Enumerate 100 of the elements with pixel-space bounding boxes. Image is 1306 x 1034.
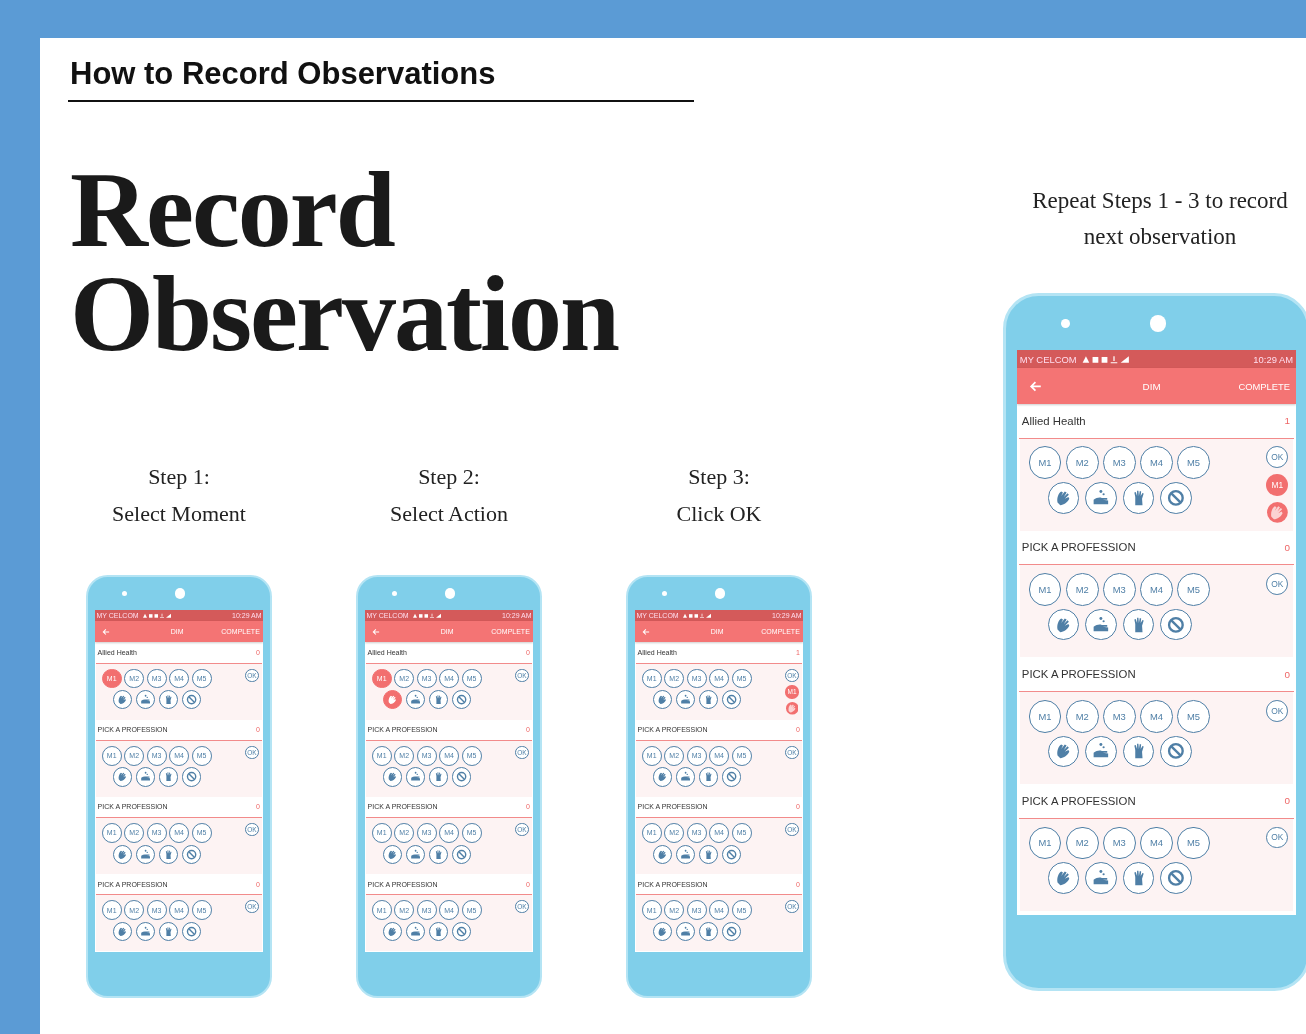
action-button[interactable] [1085, 482, 1117, 514]
action-button[interactable] [158, 921, 178, 941]
action-button[interactable] [181, 690, 201, 710]
moment-button[interactable]: M2 [1065, 826, 1099, 860]
action-button[interactable] [653, 921, 673, 941]
back-arrow-icon[interactable] [371, 627, 380, 636]
action-button[interactable] [1047, 862, 1080, 894]
action-button[interactable] [113, 844, 133, 864]
action-button[interactable] [405, 690, 426, 710]
action-button[interactable] [135, 844, 156, 864]
back-arrow-icon[interactable] [1028, 379, 1042, 393]
action-button[interactable] [428, 921, 448, 941]
action-button[interactable] [721, 690, 741, 710]
moment-button[interactable]: M4 [1140, 446, 1173, 480]
action-button[interactable] [653, 767, 673, 787]
action-button[interactable] [451, 844, 471, 864]
action-button[interactable] [405, 767, 426, 787]
action-button[interactable] [1160, 735, 1193, 768]
action-button[interactable] [675, 767, 696, 787]
prohibited-icon [724, 924, 738, 938]
moment-button[interactable]: M4 [1140, 573, 1173, 606]
back-arrow-icon[interactable] [101, 627, 110, 636]
action-button[interactable] [113, 690, 133, 710]
action-button[interactable] [428, 767, 448, 787]
action-button[interactable] [1122, 862, 1155, 894]
action-button[interactable] [181, 844, 201, 864]
action-button[interactable] [1085, 862, 1117, 894]
action-button[interactable] [405, 921, 426, 941]
action-button[interactable] [721, 844, 741, 864]
moment-button[interactable]: M1 [1028, 699, 1062, 733]
action-button[interactable] [113, 767, 133, 787]
action-button[interactable] [698, 844, 718, 864]
action-button[interactable] [698, 921, 718, 941]
action-button[interactable] [383, 767, 403, 787]
action-button[interactable] [675, 844, 696, 864]
action-button[interactable] [721, 767, 741, 787]
moment-button[interactable]: M3 [1102, 699, 1136, 733]
action-button[interactable] [135, 690, 156, 710]
moment-button[interactable]: M1 [1028, 573, 1062, 606]
ok-button[interactable]: OK [1266, 699, 1289, 722]
action-button[interactable] [428, 690, 448, 710]
action-button[interactable] [653, 844, 673, 864]
action-button[interactable] [158, 690, 178, 710]
action-button[interactable] [451, 767, 471, 787]
moment-button[interactable]: M3 [1102, 573, 1136, 606]
recorded-hands-icon [1266, 501, 1288, 523]
prohibited-icon [184, 924, 198, 938]
action-button[interactable] [181, 921, 201, 941]
moment-button[interactable]: M2 [1065, 699, 1099, 733]
complete-button[interactable]: COMPLETE [1238, 380, 1291, 392]
action-button[interactable] [428, 844, 448, 864]
action-button[interactable] [1122, 608, 1155, 641]
moment-button[interactable]: M1 [1028, 826, 1062, 860]
moment-button[interactable]: M3 [1102, 826, 1136, 860]
back-arrow-icon[interactable] [641, 627, 650, 636]
action-button[interactable] [135, 767, 156, 787]
section-header[interactable]: PICK A PROFESSION 0 [1018, 784, 1295, 819]
moment-button[interactable]: M1 [1028, 446, 1062, 480]
action-button[interactable] [1047, 735, 1080, 768]
action-button[interactable] [1122, 482, 1155, 514]
action-button[interactable] [383, 921, 403, 941]
moment-button[interactable]: M4 [1140, 826, 1173, 860]
status-icons [411, 612, 442, 619]
action-button[interactable] [1047, 482, 1080, 514]
action-button[interactable] [1160, 862, 1193, 894]
action-button[interactable] [698, 767, 718, 787]
action-button[interactable] [383, 690, 403, 710]
moment-button[interactable]: M5 [1177, 699, 1210, 733]
action-button[interactable] [451, 921, 471, 941]
moment-button[interactable]: M5 [1177, 573, 1210, 606]
action-button[interactable] [675, 921, 696, 941]
moment-button[interactable]: M2 [1065, 446, 1099, 480]
moment-button[interactable]: M5 [1177, 446, 1210, 480]
action-button[interactable] [451, 690, 471, 710]
moment-button[interactable]: M2 [1065, 573, 1099, 606]
section-header[interactable]: PICK A PROFESSION 0 [1018, 657, 1295, 692]
action-button[interactable] [698, 690, 718, 710]
ok-button[interactable]: OK [1266, 446, 1289, 469]
moment-button[interactable]: M4 [1140, 699, 1173, 733]
ok-button[interactable]: OK [1266, 826, 1289, 849]
action-button[interactable] [653, 690, 673, 710]
action-button[interactable] [113, 921, 133, 941]
action-button[interactable] [675, 690, 696, 710]
action-button[interactable] [158, 767, 178, 787]
action-button[interactable] [135, 921, 156, 941]
action-button[interactable] [1122, 735, 1155, 768]
action-button[interactable] [1085, 608, 1117, 641]
section-header[interactable]: Allied Health 1 [1018, 403, 1295, 439]
action-button[interactable] [181, 767, 201, 787]
action-button[interactable] [1047, 608, 1080, 641]
action-button[interactable] [383, 844, 403, 864]
action-button[interactable] [1160, 608, 1193, 641]
action-button[interactable] [1085, 735, 1117, 768]
moment-button[interactable]: M3 [1102, 446, 1136, 480]
action-button[interactable] [158, 844, 178, 864]
action-button[interactable] [405, 844, 426, 864]
action-button[interactable] [1160, 482, 1193, 514]
action-button[interactable] [721, 921, 741, 941]
ok-button[interactable]: OK [1266, 573, 1289, 595]
moment-button[interactable]: M5 [1177, 826, 1210, 860]
